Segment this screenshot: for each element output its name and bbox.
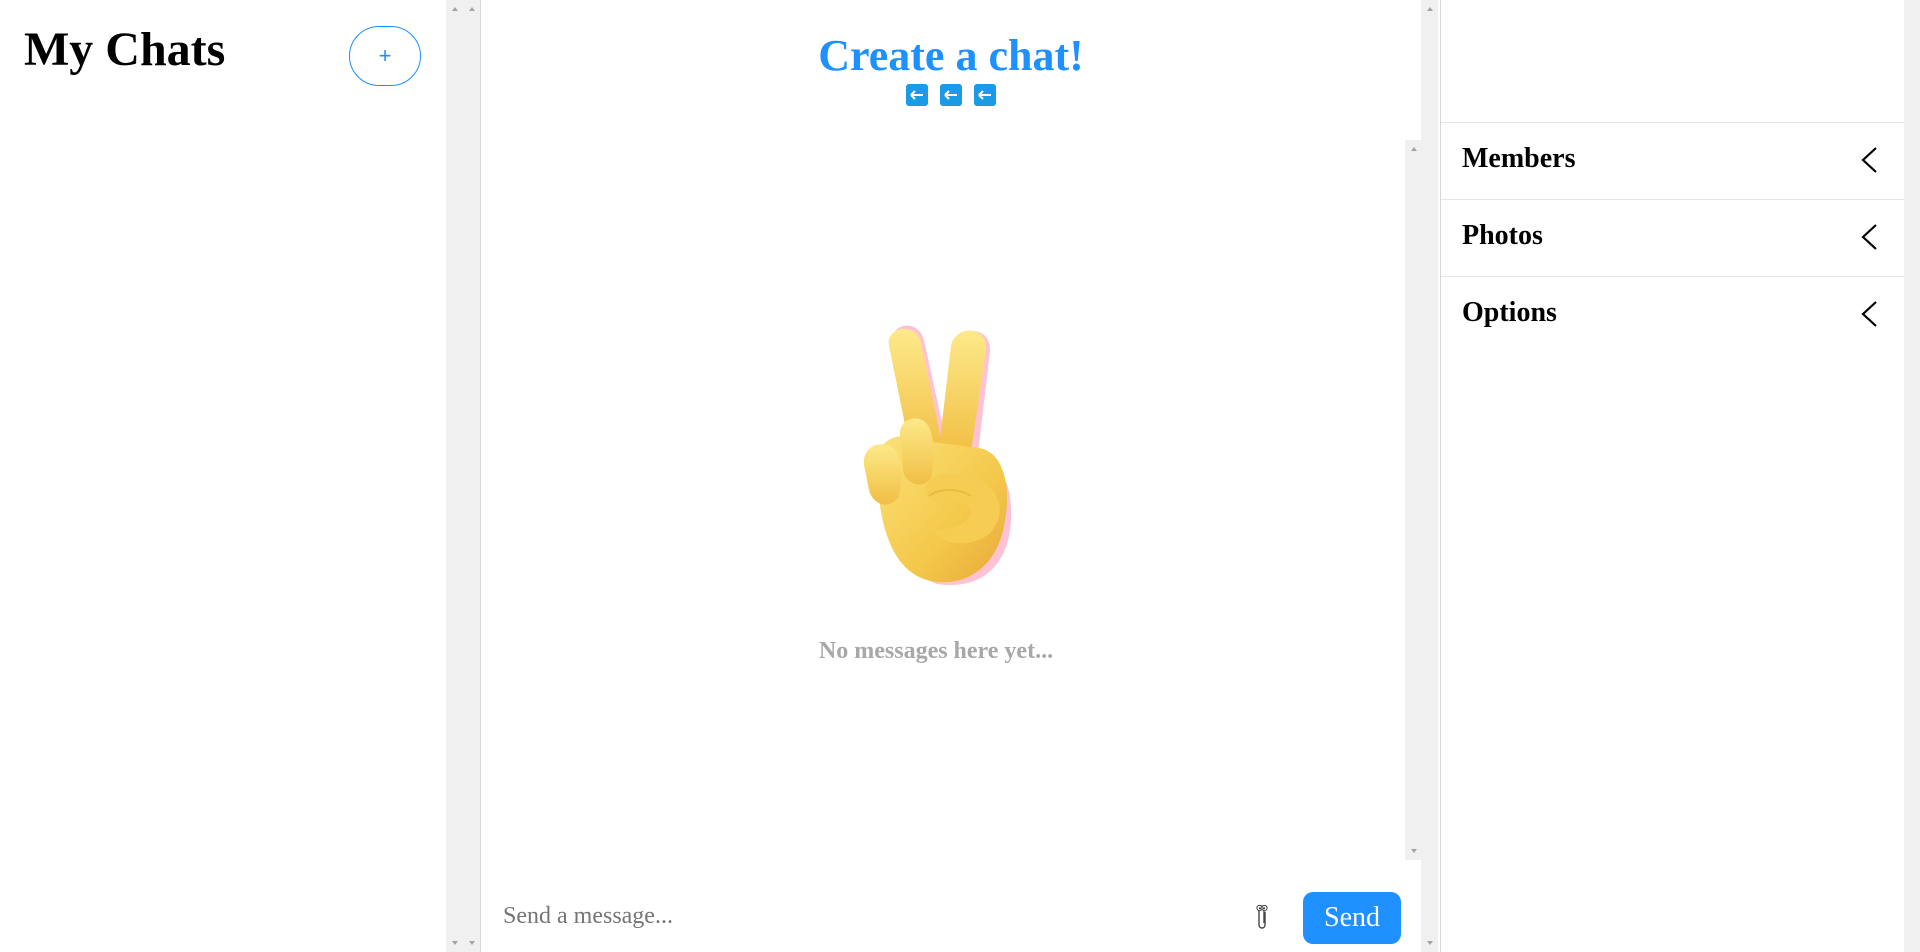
new-chat-button[interactable]: +	[349, 26, 421, 86]
scroll-up-icon[interactable]	[1405, 142, 1422, 156]
arrow-left-icon[interactable]	[940, 84, 962, 106]
chevron-left-icon	[1861, 301, 1877, 327]
send-button[interactable]: Send	[1303, 892, 1401, 944]
section-options[interactable]: Options	[1441, 276, 1904, 353]
arrow-left-icon[interactable]	[906, 84, 928, 106]
section-members[interactable]: Members	[1441, 122, 1904, 199]
message-input[interactable]	[503, 896, 1203, 936]
chat-app: My Chats + Create a chat! No messages he…	[0, 0, 1920, 952]
scroll-up-icon[interactable]	[463, 2, 480, 16]
chat-title: Create a chat!	[818, 31, 1084, 80]
chat-details-panel: Members Photos Options	[1440, 0, 1904, 952]
section-label: Photos	[1462, 220, 1543, 251]
chat-nav-arrows	[481, 84, 1421, 106]
chats-sidebar: My Chats +	[0, 0, 446, 952]
chevron-left-icon	[1861, 224, 1877, 250]
scroll-down-icon[interactable]	[446, 936, 463, 950]
details-scrollbar[interactable]	[1904, 0, 1920, 952]
section-photos[interactable]: Photos	[1441, 199, 1904, 276]
paperclip-icon[interactable]	[1251, 902, 1273, 932]
scroll-down-icon[interactable]	[1421, 936, 1438, 950]
scroll-down-icon[interactable]	[463, 936, 480, 950]
messages-scrollbar[interactable]	[1405, 140, 1422, 860]
section-label: Members	[1462, 143, 1576, 174]
section-label: Options	[1462, 297, 1557, 328]
message-composer: Send	[481, 882, 1421, 952]
chat-scrollbar[interactable]	[1421, 0, 1438, 952]
sidebar-scrollbar[interactable]	[446, 0, 480, 952]
sidebar-title: My Chats	[24, 23, 226, 76]
victory-hand-emoji	[839, 320, 1029, 590]
scroll-up-icon[interactable]	[446, 2, 463, 16]
chat-panel: Create a chat! No messages here yet... S…	[480, 0, 1422, 952]
empty-state-message: No messages here yet...	[818, 638, 1054, 664]
scroll-up-icon[interactable]	[1421, 2, 1438, 16]
scroll-down-icon[interactable]	[1405, 844, 1422, 858]
chevron-left-icon	[1861, 147, 1877, 173]
arrow-left-icon[interactable]	[974, 84, 996, 106]
